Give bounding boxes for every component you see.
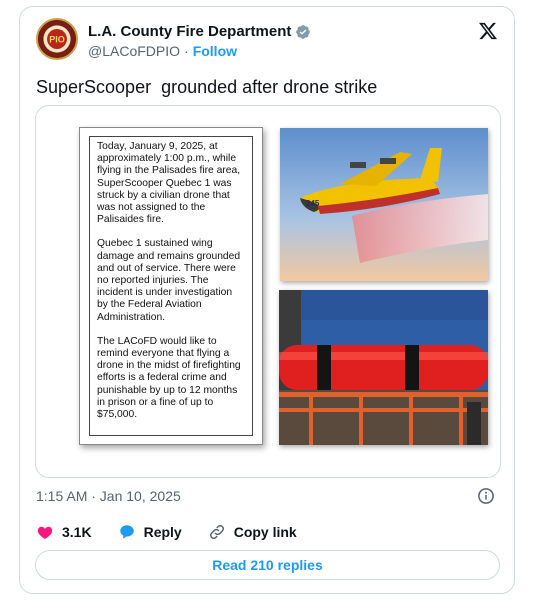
plane-number: 245 bbox=[306, 199, 320, 208]
statement-document: Today, January 9, 2025, at approximately… bbox=[79, 127, 263, 445]
lacofd-badge-logo-icon: PIO bbox=[38, 20, 76, 58]
statement-paragraph: Quebec 1 sustained wing damage and remai… bbox=[97, 238, 241, 323]
like-button[interactable]: 3.1K bbox=[36, 523, 92, 541]
info-icon[interactable] bbox=[477, 487, 495, 505]
superscooper-photo: 245 bbox=[280, 128, 488, 281]
author-handle[interactable]: @LACoFDPIO bbox=[88, 43, 180, 59]
action-bar: 3.1K Reply Copy link bbox=[36, 523, 323, 541]
reply-label: Reply bbox=[143, 524, 182, 540]
heart-icon bbox=[37, 526, 53, 540]
read-replies-button[interactable]: Read 210 replies bbox=[35, 550, 500, 580]
statement-paragraph: The LACoFD would like to remind everyone… bbox=[97, 335, 241, 421]
copy-link-button[interactable]: Copy link bbox=[208, 523, 297, 541]
tweet-media[interactable]: Today, January 9, 2025, at approximately… bbox=[35, 105, 501, 478]
avatar[interactable]: PIO bbox=[36, 18, 78, 60]
tweet-timestamp[interactable]: 1:15 AM · Jan 10, 2025 bbox=[36, 488, 181, 504]
statement-paragraph: Today, January 9, 2025, at approximately… bbox=[97, 141, 241, 226]
follow-button[interactable]: Follow bbox=[193, 43, 237, 59]
x-logo-icon[interactable] bbox=[478, 21, 498, 41]
copy-link-label: Copy link bbox=[233, 524, 297, 540]
reply-bubble-icon bbox=[119, 525, 134, 539]
like-count: 3.1K bbox=[62, 524, 92, 540]
verified-badge-icon bbox=[296, 24, 311, 39]
damaged-wing-photo bbox=[279, 290, 488, 445]
tweet-text: SuperScooper grounded after drone strike bbox=[36, 77, 378, 97]
link-icon bbox=[209, 525, 224, 539]
separator: · bbox=[184, 43, 189, 59]
svg-text:PIO: PIO bbox=[49, 35, 65, 45]
reply-button[interactable]: Reply bbox=[118, 523, 182, 541]
author-name[interactable]: L.A. County Fire Department bbox=[88, 23, 291, 40]
tweet-card: PIO L.A. County Fire Department @LACoFDP… bbox=[19, 6, 515, 594]
